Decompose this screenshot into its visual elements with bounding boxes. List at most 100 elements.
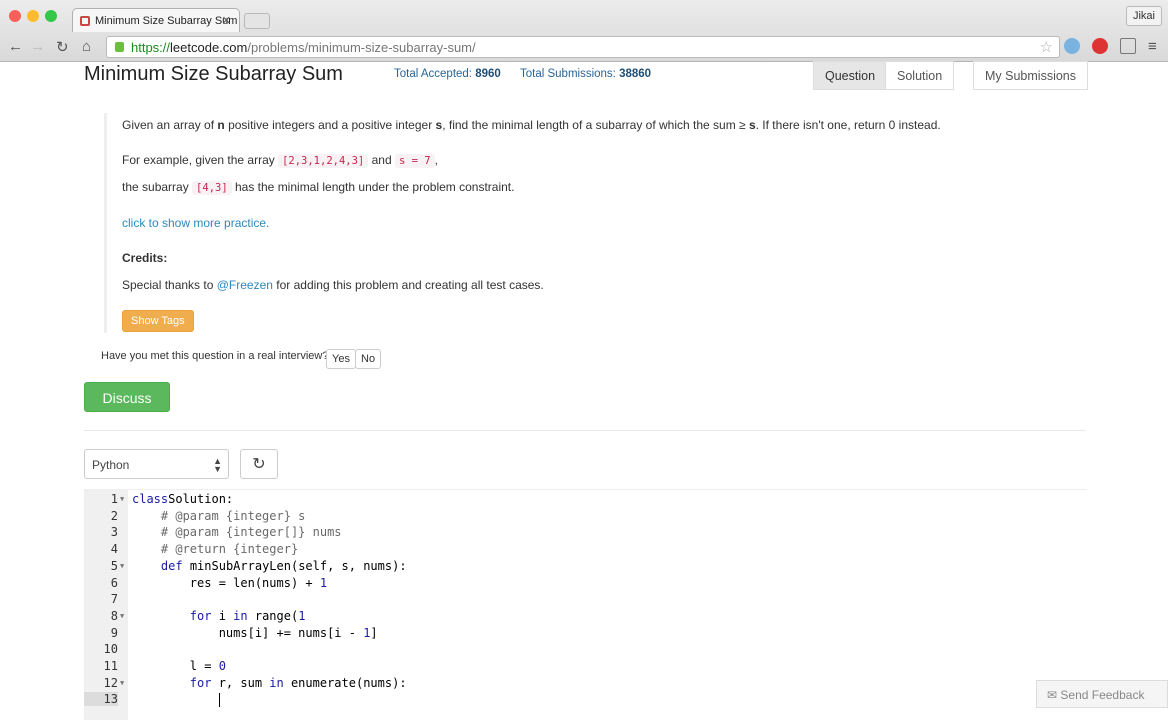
show-tags-button[interactable]: Show Tags [122, 310, 194, 332]
code-token: # @param {integer} s [160, 508, 306, 523]
menu-icon[interactable]: ≡ [1148, 38, 1157, 55]
code-token: 1 [298, 608, 306, 623]
language-value: Python [92, 458, 130, 472]
example-s: s = 7 [394, 154, 435, 168]
tab-solution[interactable]: Solution [885, 61, 955, 90]
code-line[interactable]: 4 # @return {integer} [84, 542, 1087, 559]
line-number: 3 [110, 525, 118, 540]
no-button[interactable]: No [355, 349, 382, 369]
code-line[interactable]: 2 # @param {integer} s [84, 509, 1087, 526]
text: . If there isn't one, return 0 instead. [755, 118, 941, 132]
text: has the minimal length under the problem… [231, 180, 515, 194]
code-token: for [189, 675, 212, 690]
code-token: range( [247, 608, 299, 623]
fold-arrow-icon[interactable]: ▼ [120, 612, 124, 620]
text: For example, given the array [122, 153, 279, 167]
code-text: # @param {integer} s [132, 508, 306, 523]
tab-question[interactable]: Question [813, 61, 888, 90]
tab-my-submissions[interactable]: My Submissions [973, 61, 1088, 90]
feedback-label: Send Feedback [1060, 688, 1145, 702]
example-subarray: [4,3] [192, 181, 232, 195]
code-token: 1 [319, 575, 328, 590]
code-editor[interactable]: 1 ▼ classSolution: 2 # @param {integer} s3 … [84, 489, 1087, 720]
code-line[interactable]: 3 # @param {integer[]} nums [84, 525, 1087, 542]
code-text: def minSubArrayLen(self, s, nums): [132, 559, 407, 573]
author-link[interactable]: @Freezen [217, 278, 273, 292]
show-more-practice-link[interactable]: click to show more practice. [122, 216, 269, 230]
language-select[interactable]: Python ▲ ▼ [84, 449, 229, 479]
answer-paragraph: the subarray [4,3] has the minimal lengt… [122, 180, 515, 195]
url-path: /problems/minimum-size-subarray-sum/ [247, 40, 476, 55]
code-token: # @return {integer} [160, 542, 299, 557]
close-window-button[interactable] [9, 10, 21, 22]
maximize-window-button[interactable] [45, 10, 57, 22]
code-text: res = len(nums) + 1 [132, 576, 327, 590]
close-tab-icon[interactable]: ✕ [222, 14, 231, 27]
text: Special thanks to [122, 278, 217, 292]
text: , [434, 153, 438, 167]
interview-question: Have you met this question in a real int… [101, 350, 329, 362]
address-bar[interactable]: https://leetcode.com/problems/minimum-si… [106, 36, 1060, 58]
code-line[interactable]: 5 ▼ def minSubArrayLen(self, s, nums): [84, 559, 1087, 576]
code-text: nums[i] += nums[i - 1] [132, 626, 378, 640]
lock-icon [115, 42, 124, 52]
home-icon[interactable]: ⌂ [82, 38, 91, 55]
code-line[interactable]: 6 res = len(nums) + 1 [84, 576, 1087, 593]
code-token: 0 [218, 659, 226, 673]
text: and [368, 153, 395, 167]
url-scheme: https:// [131, 40, 171, 55]
adblock-icon[interactable] [1092, 38, 1108, 54]
code-line[interactable]: 12 ▼ for r, sum in enumerate(nums): [84, 676, 1087, 693]
code-line[interactable]: 9 nums[i] += nums[i - 1] [84, 626, 1087, 643]
code-line[interactable]: 11 l = 0 [84, 659, 1087, 676]
yes-button[interactable]: Yes [326, 349, 356, 369]
text: the subarray [122, 180, 193, 194]
reload-icon[interactable]: ↻ [56, 38, 69, 56]
code-line[interactable]: 13 [84, 692, 1087, 709]
new-tab-button[interactable] [244, 13, 270, 29]
code-token: i [211, 608, 234, 623]
code-token: ] [370, 625, 378, 640]
credits-text: Special thanks to @Freezen for adding th… [122, 278, 544, 292]
code-line[interactable]: 10 [84, 642, 1087, 659]
code-text: classSolution: [132, 492, 233, 506]
description-paragraph: Given an array of n positive integers an… [122, 118, 941, 132]
code-line[interactable]: 1 ▼ classSolution: [84, 492, 1087, 509]
browser-tab[interactable]: Minimum Size Subarray Sum ✕ [72, 8, 240, 32]
send-feedback-button[interactable]: ✉ Send Feedback [1036, 680, 1168, 708]
line-number: 8 [110, 608, 118, 623]
code-token: # @param {integer[]} nums [160, 525, 342, 540]
code-token: r, sum [211, 675, 270, 690]
bookmark-star-icon[interactable]: ☆ [1040, 38, 1053, 56]
fold-arrow-icon[interactable]: ▼ [120, 679, 124, 687]
url-domain: leetcode.com [170, 40, 248, 55]
cast-icon[interactable] [1120, 38, 1136, 54]
fold-arrow-icon[interactable]: ▼ [120, 495, 124, 503]
text: , find the minimal length of a subarray … [442, 118, 749, 132]
minimize-window-button[interactable] [27, 10, 39, 22]
code-token: minSubArrayLen(self, s, nums): [182, 558, 407, 573]
example-paragraph: For example, given the array [2,3,1,2,4,… [122, 153, 438, 168]
back-icon[interactable]: ← [8, 38, 23, 55]
line-number: 12 [103, 675, 118, 690]
line-number: 11 [103, 659, 118, 673]
text: for adding this problem and creating all… [272, 278, 544, 292]
code-line[interactable]: 8 ▼ for i in range(1 [84, 609, 1087, 626]
code-text: l = 0 [132, 659, 226, 673]
code-line[interactable]: 7 [84, 592, 1087, 609]
select-arrows-icon: ▲ ▼ [213, 456, 222, 474]
code-text: # @param {integer[]} nums [132, 525, 342, 539]
forward-icon[interactable]: → [30, 38, 45, 55]
fold-arrow-icon[interactable]: ▼ [120, 562, 124, 570]
reset-code-button[interactable]: ↻ [240, 449, 278, 479]
user-profile-button[interactable]: Jikai [1125, 6, 1162, 26]
code-token: in [233, 608, 248, 623]
extension-icon[interactable] [1064, 38, 1080, 54]
line-number: 6 [110, 575, 118, 590]
code-text [132, 692, 220, 707]
discuss-button[interactable]: Discuss [84, 382, 170, 412]
